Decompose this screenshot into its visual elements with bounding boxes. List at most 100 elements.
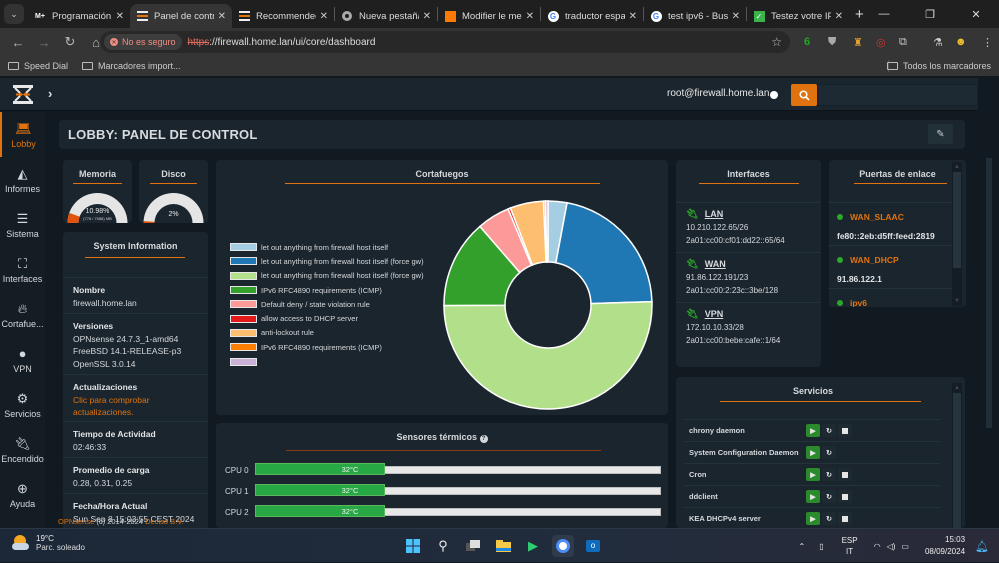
sidebar-item-vpn[interactable]: ● VPN — [0, 337, 45, 382]
stop-icon[interactable] — [838, 512, 852, 525]
legend-item[interactable]: allow access to DHCP server — [230, 311, 424, 325]
back-button[interactable]: ← — [6, 35, 30, 50]
opnsense-link[interactable]: OPNsense — [58, 517, 94, 526]
service-running-play-icon[interactable]: ▶ — [806, 490, 820, 503]
legend-item[interactable]: IPv6 RFC4890 requirements (ICMP) — [230, 283, 424, 297]
legend-item[interactable]: anti-lockout rule — [230, 326, 424, 340]
sidebar-item-lobby[interactable]: 💻︎ Lobby — [0, 112, 45, 157]
volume-icon[interactable]: ◁) — [887, 542, 896, 551]
browser-tab[interactable]: Gtest ipv6 - Busca ✕ — [644, 4, 746, 28]
stop-icon[interactable] — [838, 424, 852, 437]
restart-icon[interactable]: ↻ — [822, 512, 836, 525]
all-bookmarks[interactable]: Todos los marcadores — [886, 61, 991, 71]
stop-icon[interactable] — [838, 468, 852, 481]
interface-link[interactable]: WAN — [705, 258, 726, 271]
search-icon[interactable]: ⚲ — [432, 535, 454, 557]
outlook-icon[interactable]: o — [582, 535, 604, 557]
browser-tab[interactable]: Nueva pestaña ✕ — [335, 4, 437, 28]
clock[interactable]: 15:03 08/09/2024 — [925, 534, 965, 558]
address-bar[interactable]: ✕ No es seguro https://firewall.home.lan/… — [100, 31, 790, 53]
close-tab-icon[interactable]: ✕ — [320, 11, 328, 22]
browser-tab[interactable]: Panel de control ✕ — [130, 4, 232, 28]
service-running-play-icon[interactable]: ▶ — [806, 424, 820, 437]
search-button[interactable] — [791, 84, 817, 106]
phone-link-icon[interactable]: ▯ — [819, 542, 823, 551]
close-tab-icon[interactable]: ✕ — [526, 11, 534, 22]
forward-button[interactable]: → — [32, 35, 56, 50]
notifications-bell-icon[interactable]: 🔔︎ — [975, 540, 989, 553]
gateways-scrollbar[interactable]: ▲ ▼ — [952, 162, 962, 306]
close-tab-icon[interactable]: ✕ — [629, 11, 637, 22]
browser-tab[interactable]: Modifier le mess ✕ — [438, 4, 540, 28]
sidebar-item-informes[interactable]: ◭ Informes — [0, 157, 45, 202]
ipv6-extension-icon[interactable]: 6 — [804, 28, 810, 56]
bookmark-speed-dial[interactable]: Speed Dial — [8, 61, 68, 71]
wifi-icon[interactable]: ◠ — [874, 542, 881, 551]
minimize-button[interactable]: — — [861, 0, 907, 28]
sidebar-item-encendido[interactable]: 🔌︎ Encendido — [0, 427, 45, 472]
url-text[interactable]: https://firewall.home.lan/ui/core/dashbo… — [188, 37, 376, 48]
browser-tab[interactable]: ✓ Testez votre IPv6 ✕ — [747, 4, 849, 28]
restore-button[interactable]: ❐ — [907, 0, 953, 28]
bookmark-star-icon[interactable]: ☆ — [771, 35, 782, 49]
restart-icon[interactable]: ↻ — [822, 468, 836, 481]
interface-link[interactable]: VPN — [705, 308, 724, 321]
sidebar-toggle-chevron-icon[interactable]: › — [48, 86, 52, 101]
extensions-puzzle-icon[interactable]: ⧉ — [899, 28, 907, 56]
check-updates-link[interactable]: Clic para comprobar actualizaciones. — [73, 394, 198, 419]
legend-item[interactable]: let out anything from firewall host itse… — [230, 269, 424, 283]
services-scrollbar[interactable]: ▲ — [952, 383, 962, 528]
sidebar-item-servicios[interactable]: ⚙ Servicios — [0, 382, 45, 427]
close-tab-icon[interactable]: ✕ — [423, 11, 431, 22]
close-tab-icon[interactable]: ✕ — [732, 11, 740, 22]
extension-icon[interactable]: ♜ — [853, 28, 863, 56]
browser-tab[interactable]: Gtraductor españ ✕ — [541, 4, 643, 28]
profile-avatar-icon[interactable]: ☻ — [955, 28, 967, 56]
edit-dashboard-button[interactable]: ✎ — [928, 124, 953, 144]
close-tab-icon[interactable]: ✕ — [218, 11, 226, 22]
restart-icon[interactable]: ↻ — [822, 490, 836, 503]
restart-icon[interactable]: ↻ — [822, 424, 836, 437]
interface-link[interactable]: LAN — [705, 208, 724, 221]
sidebar-item-sistema[interactable]: ☰ Sistema — [0, 202, 45, 247]
start-windows-icon[interactable] — [402, 535, 424, 557]
media-player-icon[interactable]: ▶ — [522, 535, 544, 557]
legend-item[interactable]: let out anything from firewall host itse… — [230, 240, 424, 254]
tab-search-button[interactable]: ⌄ — [4, 4, 24, 24]
donut-slice[interactable] — [443, 300, 653, 410]
record-extension-icon[interactable]: ◎ — [876, 28, 886, 56]
sidebar-item-cortafue[interactable]: 🔥︎ Cortafue... — [0, 292, 45, 337]
search-input[interactable] — [817, 84, 978, 106]
donut-slice[interactable] — [555, 201, 653, 305]
service-running-play-icon[interactable]: ▶ — [806, 512, 820, 525]
close-tab-icon[interactable]: ✕ — [116, 11, 124, 22]
file-explorer-icon[interactable] — [492, 535, 514, 557]
deciso-link[interactable]: Deciso B.V. — [145, 517, 184, 526]
close-tab-icon[interactable]: ✕ — [835, 11, 843, 22]
weather-widget[interactable]: 19°C Parc. soleado — [12, 534, 85, 552]
close-window-button[interactable]: ✕ — [953, 0, 999, 28]
opnsense-logo[interactable] — [12, 85, 34, 104]
browser-tab[interactable]: M+ Programación TV ✕ — [28, 4, 130, 28]
stop-icon[interactable] — [838, 490, 852, 503]
sidebar-item-ayuda[interactable]: ⊕ Ayuda — [0, 472, 45, 517]
chrome-taskbar-icon[interactable] — [552, 535, 574, 557]
legend-item[interactable]: let out anything from firewall host itse… — [230, 254, 424, 268]
user-label[interactable]: root@firewall.home.lan — [667, 88, 769, 99]
labs-flask-icon[interactable]: ⚗ — [933, 28, 943, 56]
task-view-icon[interactable] — [462, 535, 484, 557]
browser-tab[interactable]: Recommended v ✕ — [232, 4, 334, 28]
service-running-play-icon[interactable]: ▶ — [806, 468, 820, 481]
reload-button[interactable]: ↻ — [58, 34, 82, 50]
security-chip[interactable]: ✕ No es seguro — [104, 34, 182, 50]
menu-kebab-icon[interactable]: ⋮ — [982, 28, 993, 56]
bookmark-imported[interactable]: Marcadores import... — [82, 61, 181, 71]
restart-icon[interactable]: ↻ — [822, 446, 836, 459]
theme-toggle[interactable] — [770, 91, 778, 99]
ublock-icon[interactable]: ⛊ — [828, 28, 836, 56]
battery-icon[interactable]: ▭ — [901, 542, 909, 551]
tray-overflow-chevron-icon[interactable]: ⌃ — [798, 542, 805, 551]
legend-item[interactable] — [230, 354, 424, 368]
legend-item[interactable]: IPv6 RFC4890 requirements (ICMP) — [230, 340, 424, 354]
sidebar-item-interfaces[interactable]: ⛶ Interfaces — [0, 247, 45, 292]
